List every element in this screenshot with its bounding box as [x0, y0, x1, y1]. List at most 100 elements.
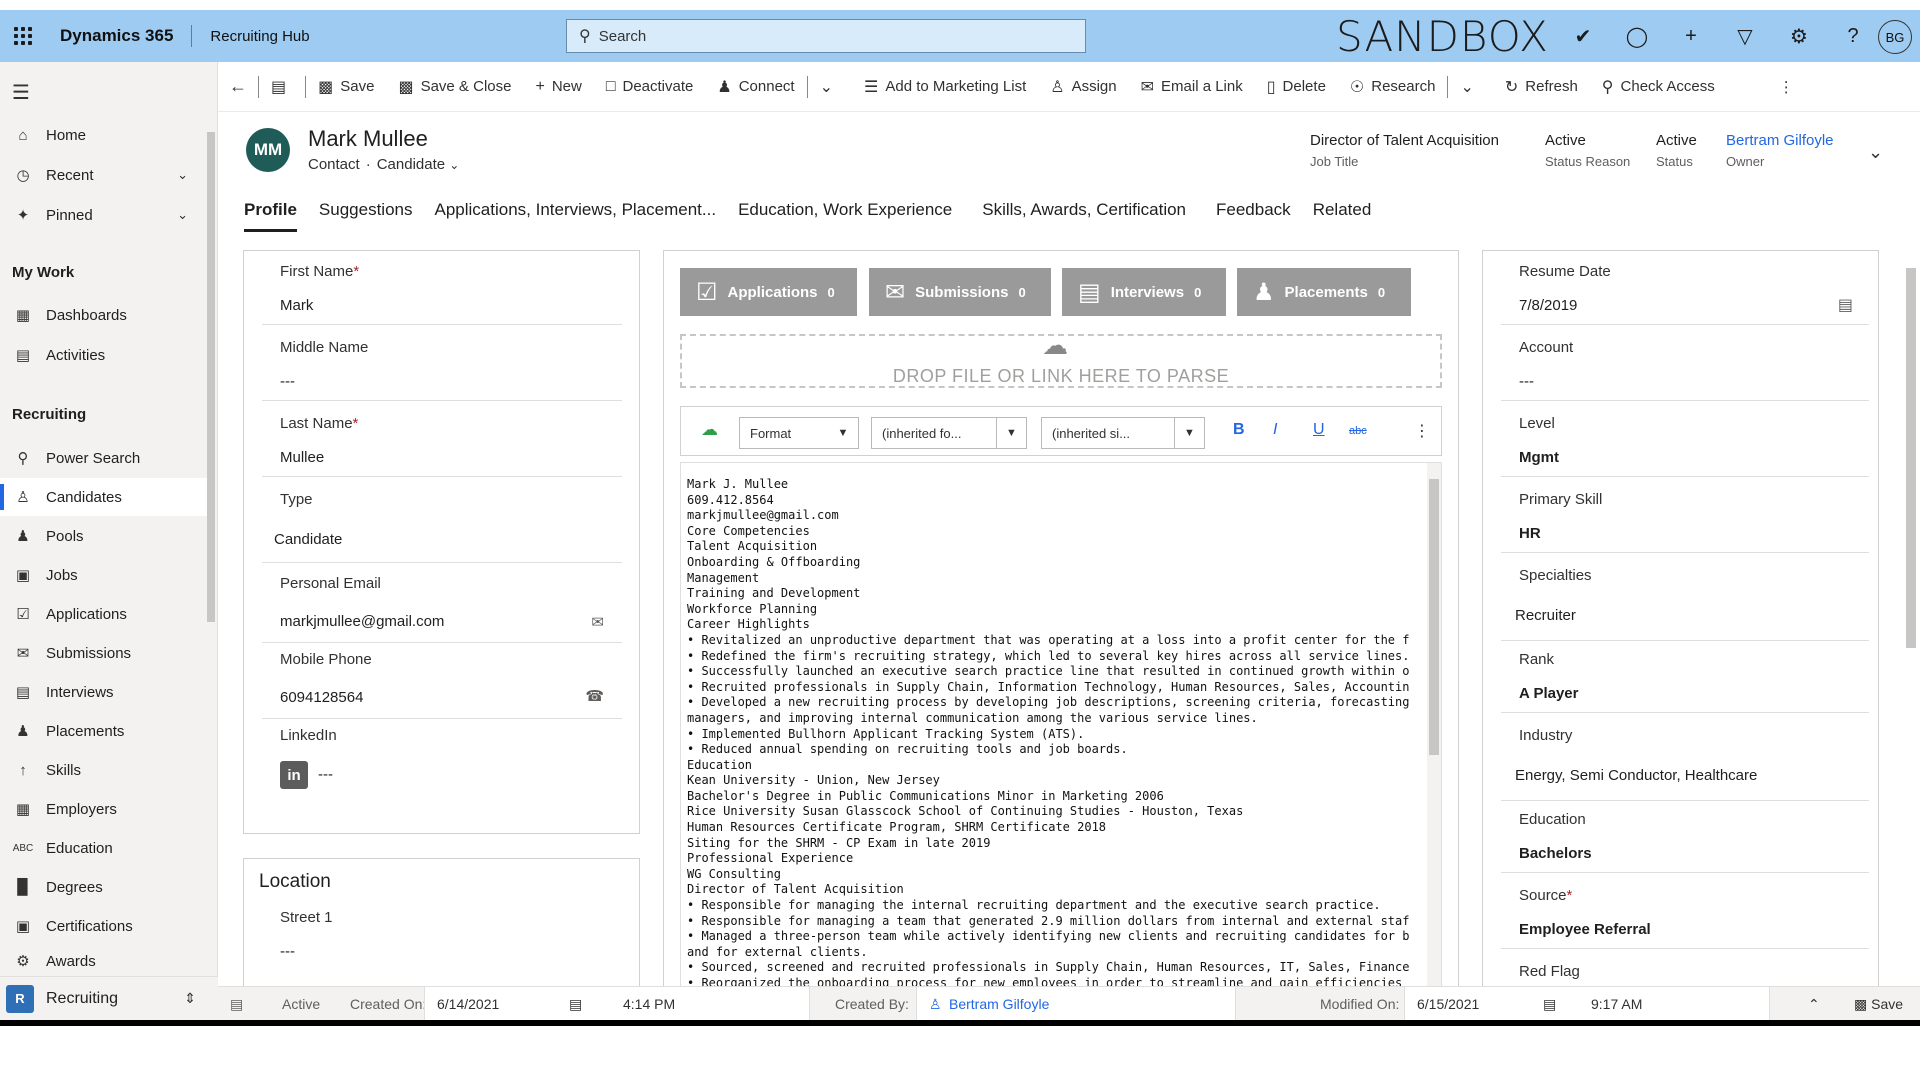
source-value[interactable]: Employee Referral: [1519, 921, 1651, 938]
personal-email-field[interactable]: Personal Email markjmullee@gmail.com ✉: [262, 575, 622, 643]
personal-email-value[interactable]: markjmullee@gmail.com: [280, 613, 444, 630]
last-name-field[interactable]: Last Name* Mullee: [262, 415, 622, 477]
resume-dropzone[interactable]: ☁ DROP FILE OR LINK HERE TO PARSE: [680, 330, 1442, 388]
source-field[interactable]: Source* Employee Referral: [1501, 887, 1869, 949]
primary-skill-value[interactable]: HR: [1519, 525, 1541, 542]
user-avatar[interactable]: BG: [1878, 20, 1912, 54]
calendar-icon[interactable]: ▤: [569, 996, 582, 1013]
chevron-up-icon[interactable]: ⌃: [1808, 996, 1820, 1013]
placements-count-button[interactable]: ♟ Placements 0: [1237, 268, 1411, 316]
chevron-down-icon[interactable]: ⌄: [177, 167, 188, 183]
open-in-new-window-icon[interactable]: ▤: [230, 996, 243, 1013]
research-dropdown[interactable]: ⌄: [1448, 62, 1492, 112]
linkedin-icon[interactable]: in: [280, 761, 308, 789]
rank-field[interactable]: Rank A Player: [1501, 651, 1869, 713]
sidebar-item-pinned[interactable]: ✦ Pinned ⌄: [0, 196, 208, 234]
connect-button[interactable]: ♟ Connect: [705, 62, 806, 112]
sidebar-item-jobs[interactable]: ▣ Jobs: [0, 556, 208, 594]
sidebar-item-applications[interactable]: ☑ Applications: [0, 595, 208, 633]
new-button[interactable]: + New: [523, 62, 593, 112]
header-expand-chevron-icon[interactable]: ⌄: [1868, 142, 1883, 163]
submissions-count-button[interactable]: ✉ Submissions 0: [869, 268, 1051, 316]
italic-button[interactable]: I: [1273, 421, 1277, 439]
form-selector[interactable]: Candidate: [377, 156, 445, 173]
tab-related[interactable]: Related: [1313, 200, 1372, 232]
research-button[interactable]: ☉ Research: [1338, 62, 1448, 112]
footer-save-button[interactable]: ▩ Save: [1854, 996, 1903, 1013]
phone-call-icon[interactable]: ☎: [585, 687, 604, 705]
type-field[interactable]: Type Candidate: [262, 491, 622, 563]
tab-suggestions[interactable]: Suggestions: [319, 200, 413, 232]
tab-skills-awards-certification[interactable]: Skills, Awards, Certification: [982, 200, 1186, 232]
sidebar-item-skills[interactable]: ↑ Skills: [0, 751, 208, 789]
sidebar-item-interviews[interactable]: ▤ Interviews: [0, 673, 208, 711]
bold-button[interactable]: B: [1233, 421, 1245, 439]
rank-value[interactable]: A Player: [1519, 685, 1578, 702]
sidebar-item-education[interactable]: ABC Education: [0, 829, 208, 867]
save-button[interactable]: ▩ Save: [306, 62, 386, 112]
sidebar-item-power-search[interactable]: ⚲ Power Search: [0, 439, 208, 477]
sidebar-item-activities[interactable]: ▤ Activities: [0, 336, 208, 374]
sidebar-item-pools[interactable]: ♟ Pools: [0, 517, 208, 555]
middle-name-field[interactable]: Middle Name ---: [262, 339, 622, 401]
level-value[interactable]: Mgmt: [1519, 449, 1559, 466]
first-name-field[interactable]: First Name* Mark: [262, 263, 622, 325]
sidebar-scrollbar[interactable]: [207, 112, 215, 1014]
interviews-count-button[interactable]: ▤ Interviews 0: [1062, 268, 1226, 316]
underline-button[interactable]: U: [1313, 421, 1325, 439]
chevron-down-icon[interactable]: ⌄: [177, 207, 188, 223]
resume-text-editor[interactable]: Mark J. Mullee 609.412.8564 markjmullee@…: [680, 462, 1442, 990]
sidebar-item-candidates[interactable]: ♙ Candidates: [0, 478, 208, 516]
education-field[interactable]: Education Bachelors: [1501, 811, 1869, 873]
check-access-button[interactable]: ⚲ Check Access: [1590, 62, 1727, 112]
tab-applications-interviews-placements[interactable]: Applications, Interviews, Placement...: [434, 200, 716, 232]
refresh-button[interactable]: ↻ Refresh: [1493, 62, 1590, 112]
hamburger-menu-icon[interactable]: ☰: [12, 80, 30, 105]
sidebar-item-placements[interactable]: ♟ Placements: [0, 712, 208, 750]
save-close-button[interactable]: ▩ Save & Close: [386, 62, 523, 112]
linkedin-value[interactable]: in ---: [280, 761, 333, 789]
editor-scrollbar[interactable]: [1427, 463, 1441, 989]
sidebar-item-employers[interactable]: ▦ Employers: [0, 790, 208, 828]
mobile-phone-field[interactable]: Mobile Phone 6094128564 ☎: [262, 651, 622, 719]
last-name-value[interactable]: Mullee: [280, 449, 324, 466]
tab-feedback[interactable]: Feedback: [1216, 200, 1291, 232]
global-search-input[interactable]: ⚲ Search: [566, 19, 1086, 53]
app-launcher-waffle-icon[interactable]: [0, 10, 46, 62]
page-scrollbar[interactable]: [1904, 252, 1918, 982]
plus-icon[interactable]: +: [1664, 25, 1718, 48]
industry-field[interactable]: Industry Energy, Semi Conductor, Healthc…: [1501, 727, 1869, 801]
more-commands-icon[interactable]: ⋮: [1767, 62, 1806, 112]
send-email-icon[interactable]: ✉: [591, 613, 604, 631]
type-value[interactable]: Candidate: [274, 531, 342, 548]
sidebar-item-dashboards[interactable]: ▦ Dashboards: [0, 296, 208, 334]
first-name-value[interactable]: Mark: [280, 297, 313, 314]
street-1-value[interactable]: ---: [280, 943, 295, 960]
applications-count-button[interactable]: ☑ Applications 0: [680, 268, 857, 316]
resume-text[interactable]: Mark J. Mullee 609.412.8564 markjmullee@…: [687, 477, 1409, 989]
middle-name-value[interactable]: ---: [280, 373, 295, 390]
help-icon[interactable]: ?: [1826, 25, 1880, 48]
calendar-icon[interactable]: ▤: [1838, 295, 1853, 315]
resume-date-field[interactable]: Resume Date 7/8/2019 ▤: [1501, 263, 1869, 325]
task-check-icon[interactable]: ✔: [1556, 24, 1610, 49]
delete-button[interactable]: ▯ Delete: [1255, 62, 1338, 112]
level-field[interactable]: Level Mgmt: [1501, 415, 1869, 477]
lightbulb-icon[interactable]: ◯: [1610, 24, 1664, 49]
sidebar-item-awards[interactable]: ⚙ Awards: [0, 946, 208, 976]
specialties-value[interactable]: Recruiter: [1515, 607, 1576, 624]
font-family-dropdown[interactable]: (inherited fo... ▼: [871, 417, 1027, 449]
resume-date-value[interactable]: 7/8/2019: [1519, 297, 1577, 314]
specialties-field[interactable]: Specialties Recruiter: [1501, 567, 1869, 641]
hub-name[interactable]: Recruiting Hub: [210, 28, 309, 45]
area-switcher[interactable]: R Recruiting ⇕: [0, 976, 218, 1020]
app-name[interactable]: Dynamics 365: [60, 25, 193, 47]
sidebar-item-recent[interactable]: ◷ Recent ⌄: [0, 156, 208, 194]
linkedin-field[interactable]: LinkedIn in ---: [262, 727, 622, 807]
more-options-icon[interactable]: ⋮: [1414, 421, 1430, 441]
back-arrow-icon[interactable]: ←: [218, 62, 258, 112]
created-by-link[interactable]: Bertram Gilfoyle: [949, 996, 1049, 1012]
calendar-icon[interactable]: ▤: [1543, 996, 1556, 1013]
font-size-dropdown[interactable]: (inherited si... ▼: [1041, 417, 1205, 449]
sidebar-item-certifications[interactable]: ▣ Certifications: [0, 907, 208, 945]
